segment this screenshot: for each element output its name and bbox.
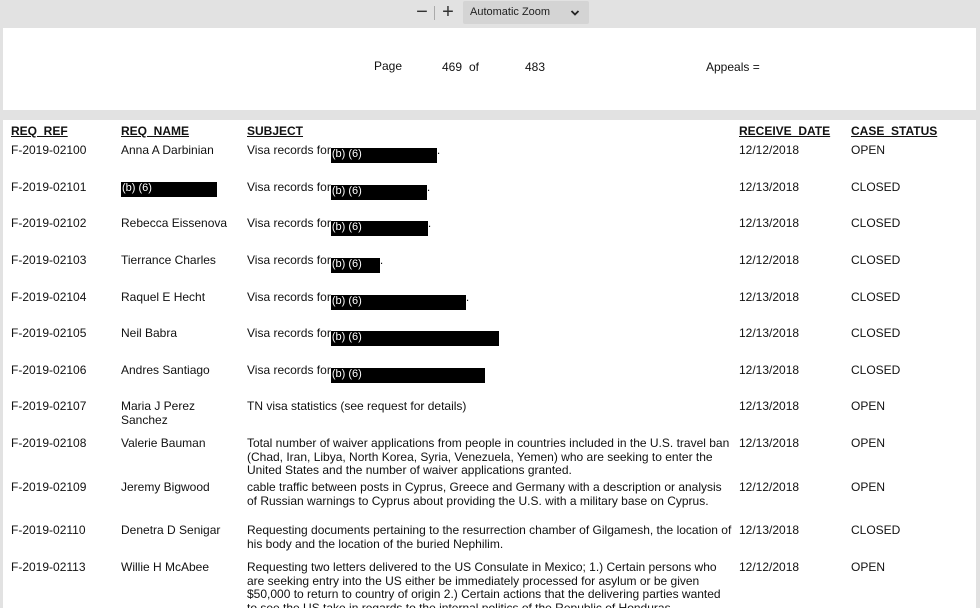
subject: Requesting documents pertaining to the r…	[247, 523, 732, 551]
subject: Visa records for(b) (6)	[247, 326, 732, 346]
receive-date: 12/13/2018	[739, 436, 800, 450]
subject: Visa records for(b) (6).	[247, 216, 732, 236]
redaction-box: (b) (6)	[330, 368, 485, 383]
receive-date: 12/13/2018	[739, 216, 800, 230]
case-status: OPEN	[851, 436, 886, 450]
subject: Visa records for(b) (6)	[247, 363, 732, 383]
subject: Visa records for(b) (6).	[247, 143, 732, 163]
req-name: Denetra D Senigar	[121, 523, 221, 537]
page-label: Page	[374, 59, 403, 73]
receive-date: 12/12/2018	[739, 560, 800, 574]
column-header-receive-date: RECEIVE_DATE	[739, 124, 831, 138]
req-ref: F-2019-02113	[11, 560, 86, 574]
subject: Visa records for(b) (6).	[247, 290, 732, 310]
case-status: CLOSED	[851, 216, 901, 230]
subject: TN visa statistics (see request for deta…	[247, 399, 467, 413]
column-header-req-ref: REQ_REF	[11, 124, 68, 138]
req-name: Neil Babra	[121, 326, 178, 340]
req-ref: F-2019-02100	[11, 143, 87, 157]
chevron-down-icon	[570, 10, 580, 16]
receive-date: 12/13/2018	[739, 363, 800, 377]
redaction-box: (b) (6)	[330, 331, 499, 346]
redaction-box: (b) (6)	[330, 185, 427, 200]
req-name: Jeremy Bigwood	[121, 480, 210, 494]
toolbar-divider	[434, 6, 435, 20]
req-name: Raquel E Hecht	[121, 290, 206, 304]
req-ref: F-2019-02104	[11, 290, 87, 304]
redaction-box: (b) (6)	[330, 148, 437, 163]
receive-date: 12/13/2018	[739, 326, 800, 340]
case-status: CLOSED	[851, 363, 901, 377]
req-ref: F-2019-02108	[11, 436, 87, 450]
req-ref: F-2019-02101	[11, 180, 87, 194]
redaction-box: (b) (6)	[330, 258, 380, 273]
pdf-toolbar: − + Automatic Zoom	[0, 0, 980, 26]
case-status: CLOSED	[851, 253, 901, 267]
case-status: CLOSED	[851, 326, 901, 340]
receive-date: 12/13/2018	[739, 180, 800, 194]
case-status: OPEN	[851, 143, 886, 157]
req-name: Andres Santiago	[121, 363, 210, 377]
receive-date: 12/13/2018	[739, 523, 800, 537]
column-header-case-status: CASE_STATUS	[851, 124, 938, 138]
req-ref: F-2019-02110	[11, 523, 86, 537]
receive-date: 12/13/2018	[739, 399, 800, 413]
req-name: Anna A Darbinian	[121, 143, 214, 157]
column-header-req-name: REQ_NAME	[121, 124, 190, 138]
column-header-subject: SUBJECT	[247, 124, 304, 138]
redaction-box: (b) (6)	[330, 221, 428, 236]
receive-date: 12/12/2018	[739, 143, 800, 157]
page-header-panel: Page 469 of 483 Appeals =	[3, 28, 976, 110]
case-status: OPEN	[851, 480, 886, 494]
req-ref: F-2019-02107	[11, 399, 87, 413]
zoom-select[interactable]: Automatic Zoom	[463, 1, 589, 24]
of-label: of	[469, 60, 480, 74]
receive-date: 12/13/2018	[739, 290, 800, 304]
subject: cable traffic between posts in Cyprus, G…	[247, 480, 722, 508]
case-status: CLOSED	[851, 180, 901, 194]
subject: Visa records for(b) (6).	[247, 253, 732, 273]
case-status: OPEN	[851, 399, 886, 413]
req-name: Valerie Bauman	[121, 436, 206, 450]
req-ref: F-2019-02105	[11, 326, 87, 340]
case-status: OPEN	[851, 560, 886, 574]
redaction-box: (b) (6)	[121, 182, 217, 197]
req-ref: F-2019-02109	[11, 480, 87, 494]
req-ref: F-2019-02106	[11, 363, 87, 377]
subject: Total number of waiver applications from…	[247, 436, 730, 477]
req-name: Rebecca Eissenova	[121, 216, 228, 230]
case-status: CLOSED	[851, 290, 901, 304]
records-table: REQ_REF REQ_NAME SUBJECT RECEIVE_DATE CA…	[3, 120, 976, 608]
subject: Visa records for(b) (6).	[247, 180, 732, 200]
req-name: Maria J Perez Sanchez	[121, 399, 196, 427]
redaction-box: (b) (6)	[330, 295, 466, 310]
req-name: (b) (6)	[121, 181, 239, 197]
zoom-out-button[interactable]: −	[413, 2, 431, 23]
page-total: 483	[525, 60, 546, 74]
req-name: Tierrance Charles	[121, 253, 216, 267]
appeals-label: Appeals =	[706, 60, 760, 74]
zoom-select-value: Automatic Zoom	[470, 6, 551, 18]
req-ref: F-2019-02103	[11, 253, 87, 267]
req-ref: F-2019-02102	[11, 216, 87, 230]
receive-date: 12/12/2018	[739, 253, 800, 267]
subject: Requesting two letters delivered to the …	[247, 560, 721, 608]
page-number: 469	[442, 60, 463, 74]
req-name: Willie H McAbee	[121, 560, 210, 574]
receive-date: 12/12/2018	[739, 480, 800, 494]
case-status: CLOSED	[851, 523, 901, 537]
zoom-in-button[interactable]: +	[439, 2, 457, 23]
